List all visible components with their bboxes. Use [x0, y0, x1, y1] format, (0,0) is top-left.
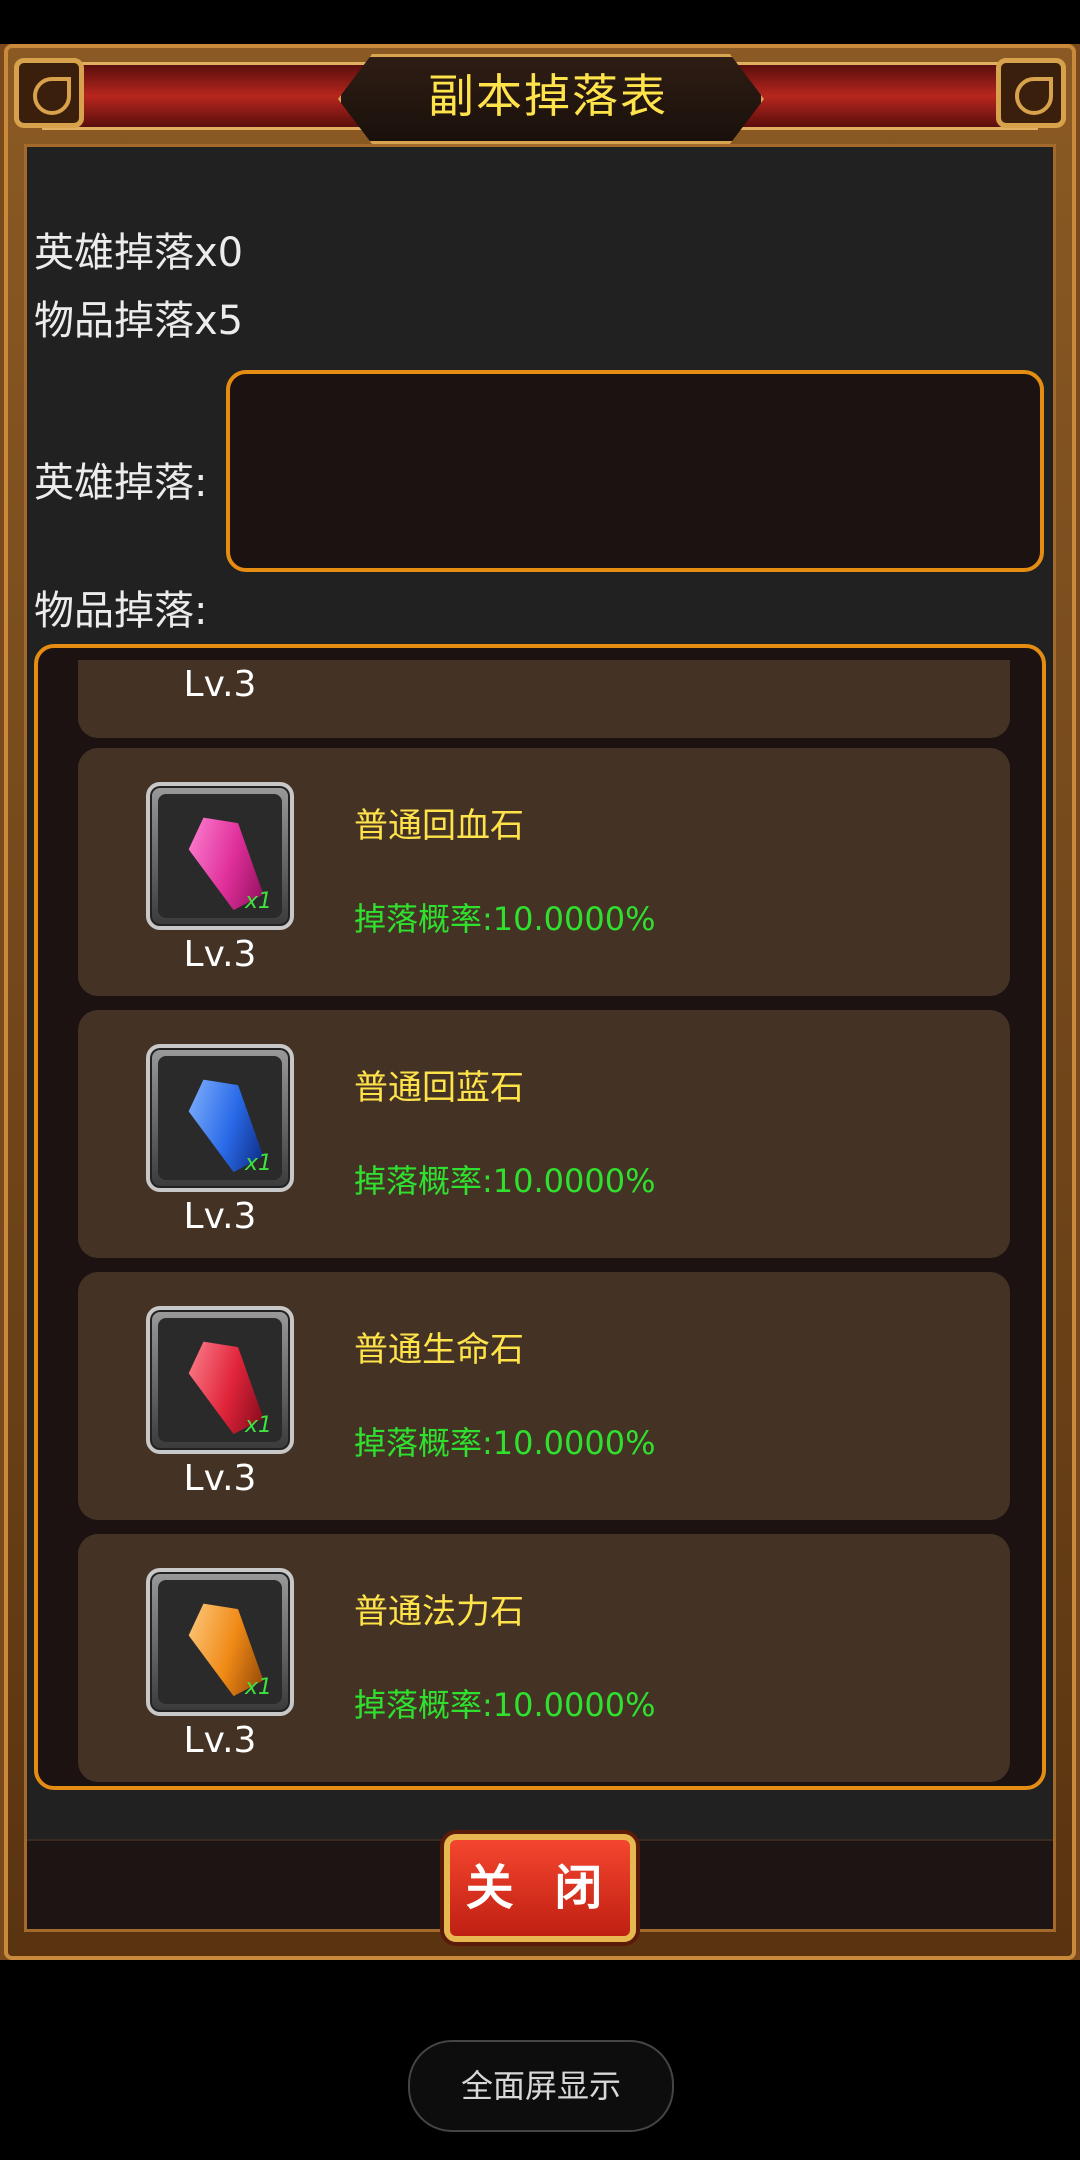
item-drop-label: 物品掉落: [34, 588, 208, 634]
corner-ornament-right-icon [996, 58, 1066, 128]
item-name: 普通生命石 [354, 1330, 524, 1370]
item-name: 普通回蓝石 [354, 1068, 524, 1108]
item-name: 普通回血石 [354, 806, 524, 846]
item-level: Lv.3 [183, 664, 257, 705]
corner-ornament-left-icon [14, 58, 84, 128]
item-level: Lv.3 [183, 1196, 257, 1237]
item-name: 普通法力石 [354, 1592, 524, 1632]
item-quantity: x1 [244, 1413, 272, 1438]
close-button[interactable]: 关 闭 [444, 1834, 636, 1942]
item-icon-frame[interactable]: x1 [146, 1044, 294, 1192]
list-item[interactable]: x1 Lv.3 普通回蓝石 掉落概率:10.0000% [78, 1010, 1010, 1258]
panel-title: 副本掉落表 [428, 69, 668, 123]
hero-drop-list[interactable] [226, 370, 1044, 572]
item-icon-frame[interactable]: x1 [146, 1568, 294, 1716]
item-quantity: x1 [244, 1151, 272, 1176]
item-drop-list[interactable]: Lv.3 x1 Lv.3 普通回血石 掉落概率:10.0000% x1 Lv.3… [34, 644, 1046, 1790]
item-icon-frame[interactable]: x1 [146, 782, 294, 930]
list-item[interactable]: Lv.3 [78, 660, 1010, 738]
item-quantity: x1 [244, 889, 272, 914]
list-item[interactable]: x1 Lv.3 普通生命石 掉落概率:10.0000% [78, 1272, 1010, 1520]
item-drop-rate: 掉落概率:10.0000% [354, 900, 656, 938]
hero-drop-count: 英雄掉落x0 [34, 230, 244, 276]
item-drop-rate: 掉落概率:10.0000% [354, 1424, 656, 1462]
item-level: Lv.3 [183, 1458, 257, 1499]
item-icon-frame[interactable]: x1 [146, 1306, 294, 1454]
drop-table-panel: 副本掉落表 英雄掉落x0 物品掉落x5 英雄掉落: 物品掉落: Lv.3 x1 [0, 44, 1080, 1960]
hero-drop-label: 英雄掉落: [34, 460, 208, 506]
item-level: Lv.3 [183, 934, 257, 975]
item-level: Lv.3 [183, 1720, 257, 1761]
item-drop-rate: 掉落概率:10.0000% [354, 1686, 656, 1724]
item-drop-count: 物品掉落x5 [34, 298, 244, 344]
list-item[interactable]: x1 Lv.3 普通法力石 掉落概率:10.0000% [78, 1534, 1010, 1782]
item-drop-rate: 掉落概率:10.0000% [354, 1162, 656, 1200]
item-quantity: x1 [244, 1675, 272, 1700]
list-item[interactable]: x1 Lv.3 普通回血石 掉落概率:10.0000% [78, 748, 1010, 996]
fullscreen-display-button[interactable]: 全面屏显示 [408, 2040, 674, 2132]
title-bar: 副本掉落表 [8, 48, 1072, 144]
